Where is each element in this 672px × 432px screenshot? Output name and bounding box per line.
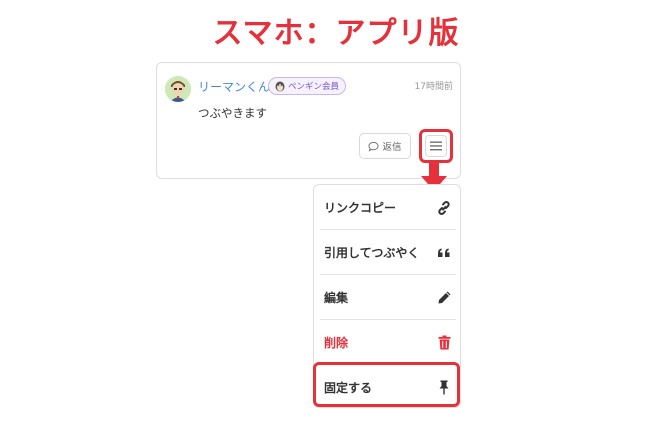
penguin-icon xyxy=(275,81,285,92)
menu-button[interactable] xyxy=(419,129,453,163)
menu-item-label: 編集 xyxy=(324,291,349,305)
menu-item-label: 削除 xyxy=(324,336,349,350)
reply-button[interactable]: 返信 xyxy=(359,133,411,159)
highlight-frame xyxy=(313,362,460,407)
menu-item-quote[interactable]: 引用してつぶやく xyxy=(314,230,462,275)
timestamp: 17時間前 xyxy=(414,82,453,92)
menu-item-delete[interactable]: 削除 xyxy=(314,320,462,365)
badge-label: ペンギン会員 xyxy=(288,82,340,92)
quote-icon xyxy=(436,245,452,261)
menu-item-copy-link[interactable]: リンクコピー xyxy=(314,185,462,230)
menu-item-label: リンクコピー xyxy=(324,201,397,215)
hamburger-menu-icon xyxy=(430,141,442,151)
speech-bubble-icon xyxy=(368,141,380,152)
post-card: リーマンくん ペンギン会員 17時間前 つぶやきます 返信 xyxy=(156,62,461,179)
post-text: つぶやきます xyxy=(198,106,267,120)
member-badge: ペンギン会員 xyxy=(268,77,347,95)
page-heading: スマホ：アプリ版 xyxy=(212,16,460,51)
username[interactable]: リーマンくん xyxy=(198,78,270,95)
trash-icon xyxy=(436,335,452,351)
menu-item-label: 引用してつぶやく xyxy=(324,246,420,260)
link-icon xyxy=(436,200,452,216)
reply-label: 返信 xyxy=(382,142,402,153)
pencil-icon xyxy=(436,290,452,306)
menu-item-edit[interactable]: 編集 xyxy=(314,275,462,320)
user-avatar[interactable] xyxy=(165,76,191,102)
